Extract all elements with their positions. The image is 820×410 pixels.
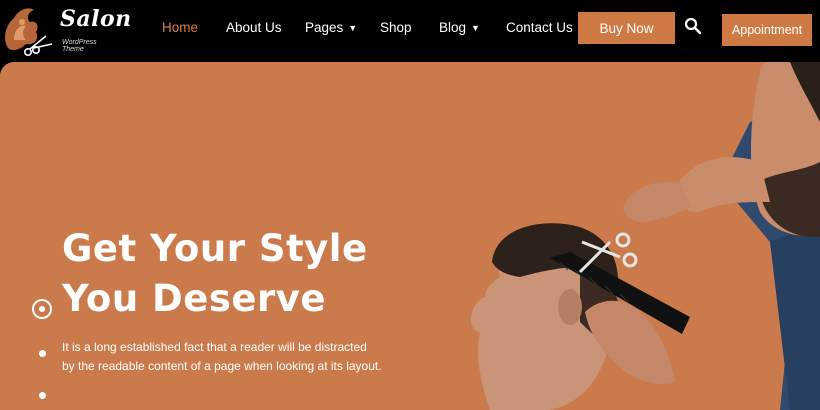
slider-dot-active[interactable] bbox=[32, 299, 52, 319]
nav-about-us[interactable]: About Us bbox=[226, 20, 282, 35]
salon-logo-icon bbox=[5, 8, 53, 56]
hero-description-line-2: by the readable content of a page when l… bbox=[62, 359, 382, 373]
logo[interactable]: Salon WordPress Theme bbox=[0, 0, 131, 60]
nav-pages[interactable]: Pages ▼ bbox=[305, 20, 357, 35]
nav-blog[interactable]: Blog ▼ bbox=[439, 20, 480, 35]
chevron-down-icon: ▼ bbox=[471, 23, 480, 33]
nav-home[interactable]: Home bbox=[162, 20, 198, 35]
hero-section: Get Your Style You Deserve It is a long … bbox=[0, 62, 820, 410]
hero-photo-barber bbox=[470, 62, 820, 410]
hero-description-line-1: It is a long established fact that a rea… bbox=[62, 340, 367, 354]
logo-subtitle: WordPress Theme bbox=[62, 39, 97, 53]
nav-shop[interactable]: Shop bbox=[380, 20, 412, 35]
nav-blog-label: Blog bbox=[439, 20, 467, 35]
hero-headline-line-2: You Deserve bbox=[62, 277, 326, 320]
logo-title: Salon bbox=[60, 6, 132, 32]
nav-pages-label: Pages bbox=[305, 20, 344, 35]
chevron-down-icon: ▼ bbox=[348, 23, 358, 33]
appointment-button[interactable]: Appointment bbox=[722, 14, 812, 46]
hero-headline: Get Your Style You Deserve bbox=[62, 224, 368, 324]
slider-dot[interactable] bbox=[39, 350, 46, 357]
search-icon[interactable] bbox=[684, 17, 702, 35]
hero-headline-line-1: Get Your Style bbox=[62, 227, 368, 270]
slider-dot[interactable] bbox=[39, 392, 46, 399]
nav-contact-us[interactable]: Contact Us bbox=[506, 20, 573, 35]
nav-home-label: Home bbox=[162, 20, 199, 35]
hero-description: It is a long established fact that a rea… bbox=[62, 338, 382, 376]
buy-now-button[interactable]: Buy Now bbox=[578, 12, 675, 44]
top-navbar: Salon WordPress Theme Home About Us Page… bbox=[0, 0, 820, 62]
nav-about-us-label: About Us bbox=[226, 20, 282, 35]
nav-shop-label: Shop bbox=[380, 20, 412, 35]
nav-contact-us-label: Contact Us bbox=[506, 20, 573, 35]
